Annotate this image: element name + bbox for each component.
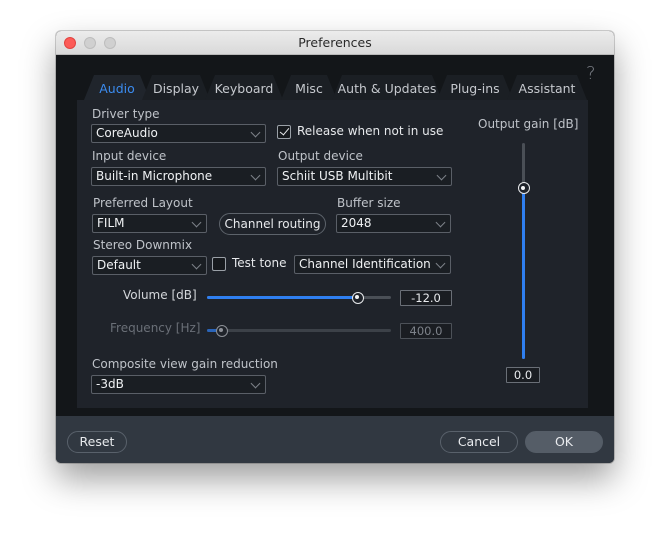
chevron-down-icon <box>250 127 261 138</box>
chevron-down-icon <box>191 259 202 270</box>
output-device-value: Schiit USB Multibit <box>282 169 393 183</box>
reset-button[interactable]: Reset <box>67 431 127 453</box>
tab-audio[interactable]: Audio <box>84 75 150 100</box>
tab-plug-ins[interactable]: Plug-ins <box>437 75 513 100</box>
tab-assistant[interactable]: Assistant <box>507 75 587 100</box>
preferred-layout-label: Preferred Layout <box>93 196 193 210</box>
output-gain-slider-handle[interactable] <box>517 182 530 195</box>
stereo-downmix-select[interactable]: Default <box>92 256 207 275</box>
input-device-select[interactable]: Built-in Microphone <box>91 167 266 186</box>
chevron-down-icon <box>436 170 447 181</box>
driver-type-select[interactable]: CoreAudio <box>91 124 266 143</box>
window-title: Preferences <box>298 35 372 50</box>
output-gain-slider-fill <box>522 188 525 359</box>
frequency-value-field[interactable]: 400.0 <box>400 323 452 339</box>
volume-slider-handle[interactable] <box>351 291 364 304</box>
frequency-label: Frequency [Hz] <box>110 321 201 335</box>
volume-label: Volume [dB] <box>123 288 197 302</box>
channel-routing-button[interactable]: Channel routing <box>219 213 326 235</box>
ok-button[interactable]: OK <box>525 431 603 453</box>
buffer-size-select[interactable]: 2048 <box>336 214 451 233</box>
input-device-value: Built-in Microphone <box>96 169 213 183</box>
chevron-down-icon <box>250 378 261 389</box>
frequency-slider-track[interactable] <box>207 329 391 332</box>
tab-misc[interactable]: Misc <box>281 75 337 100</box>
input-device-label: Input device <box>92 149 167 163</box>
buffer-size-label: Buffer size <box>337 196 401 210</box>
release-when-not-in-use-label: Release when not in use <box>297 124 444 138</box>
preferred-layout-value: FILM <box>97 216 125 230</box>
tab-auth-updates[interactable]: Auth & Updates <box>332 75 442 100</box>
test-tone-signal-select[interactable]: Channel Identification <box>294 255 451 274</box>
volume-slider-fill <box>207 296 358 299</box>
test-tone-signal-value: Channel Identification <box>299 257 431 271</box>
cancel-button[interactable]: Cancel <box>440 431 518 453</box>
output-device-label: Output device <box>278 149 363 163</box>
frequency-slider-handle[interactable] <box>215 324 228 337</box>
volume-value-field[interactable]: -12.0 <box>400 290 452 306</box>
buffer-size-value: 2048 <box>341 216 372 230</box>
stereo-downmix-label: Stereo Downmix <box>93 238 193 252</box>
chevron-down-icon <box>250 170 261 181</box>
help-icon[interactable]: ? <box>586 63 596 84</box>
title-bar: Preferences <box>56 31 614 55</box>
composite-view-gain-reduction-value: -3dB <box>96 377 124 391</box>
output-gain-label: Output gain [dB] <box>478 117 579 131</box>
release-when-not-in-use-checkbox[interactable] <box>277 125 291 139</box>
chevron-down-icon <box>191 217 202 228</box>
composite-view-gain-reduction-select[interactable]: -3dB <box>91 375 266 394</box>
tab-keyboard[interactable]: Keyboard <box>205 75 283 100</box>
checkmark-icon <box>279 125 290 136</box>
test-tone-label: Test tone <box>232 256 287 270</box>
tab-display[interactable]: Display <box>142 75 210 100</box>
preferences-window: Preferences ? Audio Display Keyboard Mis… <box>56 31 614 463</box>
output-device-select[interactable]: Schiit USB Multibit <box>277 167 452 186</box>
composite-view-gain-reduction-label: Composite view gain reduction <box>92 357 278 371</box>
preferred-layout-select[interactable]: FILM <box>92 214 207 233</box>
stereo-downmix-value: Default <box>97 258 141 272</box>
test-tone-checkbox[interactable] <box>212 257 226 271</box>
driver-type-label: Driver type <box>92 107 160 121</box>
chevron-down-icon <box>435 258 446 269</box>
output-gain-value-field[interactable]: 0.0 <box>506 367 540 383</box>
audio-settings-panel: Driver type CoreAudio Release when not i… <box>77 100 588 408</box>
chevron-down-icon <box>435 217 446 228</box>
driver-type-value: CoreAudio <box>96 126 158 140</box>
dialog-footer: Reset Cancel OK <box>56 416 614 463</box>
